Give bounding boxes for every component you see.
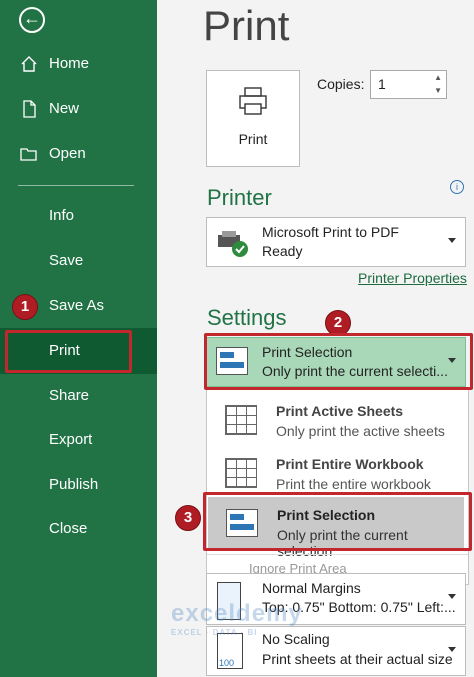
sidebar-item-label: Home	[49, 55, 90, 72]
print-what-menu: Print Active Sheets Only print the activ…	[206, 388, 469, 585]
sidebar-item-label: Open	[49, 145, 86, 162]
sidebar-item-label: Save As	[49, 297, 105, 314]
sidebar-divider	[18, 185, 134, 186]
folder-icon	[20, 148, 37, 161]
menu-item-title: Print Entire Workbook	[276, 456, 424, 472]
sidebar-item-label: Export	[49, 431, 93, 448]
printer-name: Microsoft Print to PDF	[262, 224, 399, 240]
entire-workbook-icon	[225, 458, 257, 488]
menu-item-print-active-sheets[interactable]: Print Active Sheets Only print the activ…	[207, 393, 468, 445]
chevron-down-icon[interactable]: ▼	[434, 86, 442, 95]
step-badge-1: 1	[12, 294, 38, 320]
highlight-box-print-what	[204, 333, 473, 390]
printer-ready-icon	[218, 231, 248, 257]
margins-title: Normal Margins	[262, 580, 361, 596]
menu-item-print-entire-workbook[interactable]: Print Entire Workbook Print the entire w…	[207, 446, 468, 498]
watermark-logo: exceldemy EXCEL · DATA · BI	[171, 600, 303, 637]
sidebar-item-label: Close	[49, 520, 88, 537]
chevron-down-icon	[448, 594, 456, 599]
menu-item-title: Print Active Sheets	[276, 403, 404, 419]
sidebar-item-home[interactable]: Home	[0, 43, 157, 87]
step-badge-3: 3	[175, 505, 201, 531]
chevron-up-icon[interactable]: ▲	[434, 73, 442, 82]
sidebar-item-open[interactable]: Open	[0, 133, 157, 177]
chevron-down-icon	[448, 647, 456, 652]
printer-status: Ready	[262, 243, 303, 259]
settings-heading: Settings	[207, 305, 287, 330]
chevron-down-icon	[448, 238, 456, 243]
sidebar-item-label: Publish	[49, 476, 99, 493]
printer-properties-link[interactable]: Printer Properties	[358, 270, 467, 286]
highlight-box-print-selection	[203, 492, 472, 551]
copies-stepper[interactable]: 1 ▲ ▼	[370, 70, 447, 99]
printer-heading: Printer	[207, 185, 272, 210]
sidebar-item-share[interactable]: Share	[0, 375, 157, 419]
menu-item-subtitle: Print the entire workbook	[276, 476, 431, 492]
sidebar-item-info[interactable]: Info	[0, 195, 157, 239]
sidebar-item-label: New	[49, 100, 80, 117]
home-icon	[21, 56, 37, 72]
scaling-subtitle: Print sheets at their actual size	[262, 651, 453, 667]
sidebar-item-new[interactable]: New	[0, 88, 157, 132]
copies-value: 1	[378, 76, 386, 92]
page-title: Print	[203, 2, 290, 49]
scaling-icon-text: 100	[219, 658, 235, 668]
copies-label: Copies:	[317, 76, 365, 92]
print-button-label: Print	[238, 131, 268, 147]
menu-item-subtitle: Only print the active sheets	[276, 423, 445, 439]
highlight-box-print-nav	[5, 330, 132, 373]
active-sheets-icon	[225, 405, 257, 435]
sidebar-item-close[interactable]: Close	[0, 508, 157, 552]
back-arrow-icon[interactable]: ←	[19, 7, 45, 33]
scaling-icon: 100	[217, 633, 243, 669]
sidebar-item-label: Share	[49, 387, 90, 404]
new-document-icon	[23, 100, 36, 118]
sidebar-item-label: Save	[49, 252, 84, 269]
sidebar-item-label: Info	[49, 207, 75, 224]
printer-icon	[239, 87, 267, 115]
printer-dropdown[interactable]: Microsoft Print to PDF Ready	[206, 217, 466, 267]
print-button[interactable]: Print	[206, 70, 300, 167]
info-icon[interactable]: i	[450, 180, 464, 194]
sidebar-item-save[interactable]: Save	[0, 240, 157, 284]
sidebar-item-export[interactable]: Export	[0, 419, 157, 463]
watermark-tagline: EXCEL · DATA · BI	[171, 628, 258, 637]
sidebar-item-publish[interactable]: Publish	[0, 464, 157, 508]
watermark-name: exceldemy	[171, 600, 303, 627]
